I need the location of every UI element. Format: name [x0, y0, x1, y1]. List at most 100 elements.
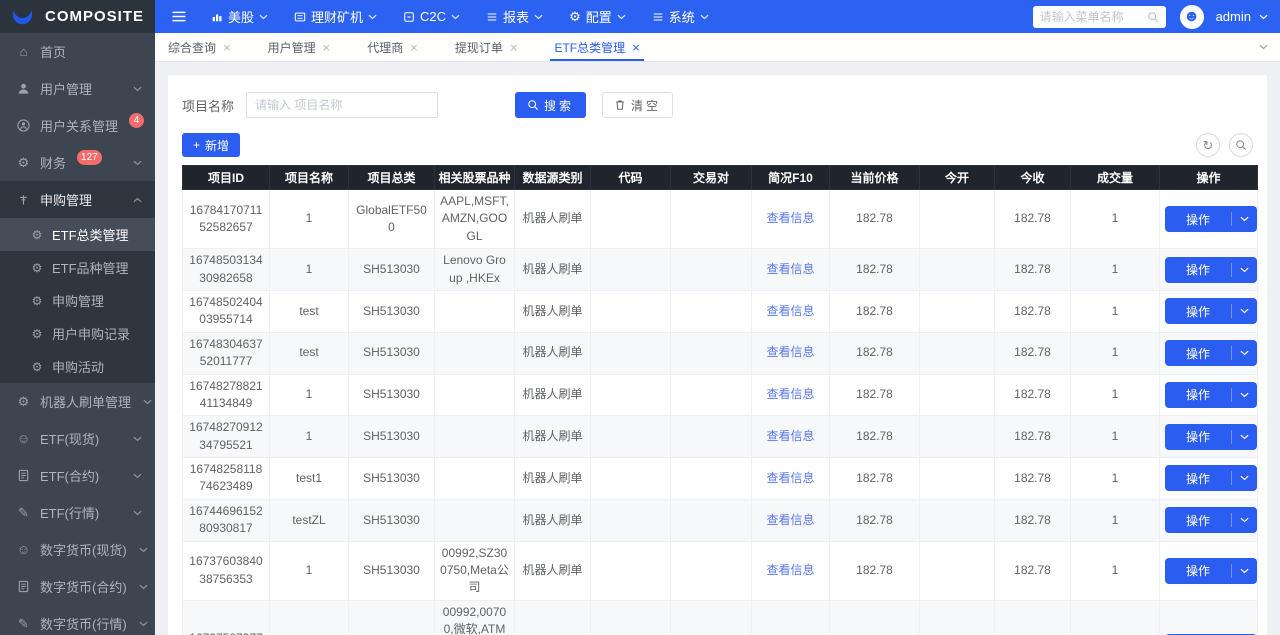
view-info-link[interactable]: 查看信息: [766, 387, 814, 401]
view-info-link[interactable]: 查看信息: [766, 345, 814, 359]
sidebar-subitem-申购活动[interactable]: ⚙申购活动: [0, 350, 155, 383]
chevron-down-icon: [1231, 304, 1257, 318]
sidebar-item-ETF(行情)[interactable]: ✎ETF(行情): [0, 494, 155, 531]
sidebar-item-label: 财务: [40, 153, 66, 172]
project-name-input[interactable]: [246, 92, 438, 118]
sidebar-item-数字货币(现货)[interactable]: ☺数字货币(现货): [0, 531, 155, 568]
row-action-button[interactable]: 操作: [1165, 206, 1257, 232]
sidebar-item-首页[interactable]: ⌂首页: [0, 33, 155, 70]
sidebar-item-用户管理[interactable]: 用户管理: [0, 70, 155, 107]
clear-button[interactable]: 清空: [602, 92, 673, 118]
view-info-link[interactable]: 查看信息: [766, 262, 814, 276]
tab-用户管理[interactable]: 用户管理×: [268, 33, 331, 61]
refresh-button[interactable]: ↻: [1196, 133, 1220, 157]
cell-stocks: AAPL,MSFT,AMZN,GOOGL: [435, 190, 515, 249]
cell-action: 操作: [1160, 290, 1258, 332]
column-header-代码: 代码: [591, 166, 671, 190]
gear-icon: ⚙: [30, 229, 44, 241]
search-icon[interactable]: [1147, 11, 1159, 23]
sidebar-item-label: 申购管理: [40, 190, 92, 209]
row-action-button[interactable]: 操作: [1165, 257, 1257, 283]
topnav-item-label: C2C: [420, 9, 446, 24]
cell-volume: 1: [1071, 458, 1160, 500]
trash-icon: [614, 99, 626, 111]
sidebar-item-ETF(现货)[interactable]: ☺ETF(现货): [0, 420, 155, 457]
cell-open: [920, 290, 995, 332]
view-info-link[interactable]: 查看信息: [766, 304, 814, 318]
sidebar-subitem-用户申购记录[interactable]: ⚙用户申购记录: [0, 317, 155, 350]
topnav-item-配置[interactable]: ⚙配置: [559, 0, 636, 33]
topnav-item-C2C[interactable]: C2C: [393, 0, 470, 33]
table-row: 16737587377073274891SH51303000992,00700,…: [183, 600, 1258, 635]
topnav-item-label: 美股: [228, 7, 254, 26]
menu-search-box: [1033, 6, 1166, 28]
sidebar-item-label: ETF(行情): [40, 503, 99, 522]
row-action-button[interactable]: 操作: [1165, 382, 1257, 408]
topnav-item-系统[interactable]: 系统: [642, 0, 719, 33]
topnav-item-美股[interactable]: 美股: [201, 0, 278, 33]
sidebar-item-数字货币(行情)[interactable]: ✎数字货币(行情): [0, 605, 155, 635]
cell-action: 操作: [1160, 332, 1258, 374]
username[interactable]: admin: [1216, 9, 1251, 24]
view-info-link[interactable]: 查看信息: [766, 563, 814, 577]
cell-source: 机器人刷单: [515, 332, 591, 374]
user-chevron-down-icon[interactable]: [1259, 14, 1268, 20]
close-icon[interactable]: ×: [410, 40, 418, 55]
tab-代理商[interactable]: 代理商×: [367, 33, 418, 61]
cell-price: 182.78: [830, 249, 920, 291]
close-icon[interactable]: ×: [510, 40, 518, 55]
tabbar-chevron-down-icon[interactable]: [1259, 44, 1268, 50]
menu-search-input[interactable]: [1040, 10, 1141, 24]
tab-ETF总类管理[interactable]: ETF总类管理×: [554, 33, 639, 61]
sidebar-subitem-ETF总类管理[interactable]: ⚙ETF总类管理: [0, 218, 155, 251]
sidebar-item-数字货币(合约)[interactable]: 数字货币(合约): [0, 568, 155, 605]
row-action-button[interactable]: 操作: [1165, 298, 1257, 324]
tab-综合查询[interactable]: 综合查询×: [168, 33, 231, 61]
topnav-item-理财矿机[interactable]: 理财矿机: [284, 0, 387, 33]
hamburger-icon[interactable]: [171, 10, 187, 23]
cell-stocks: [435, 416, 515, 458]
avatar-robot-icon: ☻: [1183, 9, 1200, 25]
cell-source: 机器人刷单: [515, 290, 591, 332]
close-icon[interactable]: ×: [323, 40, 331, 55]
chevron-down-icon: [140, 399, 155, 405]
view-info-link[interactable]: 查看信息: [766, 429, 814, 443]
cell-project-name: test: [270, 290, 349, 332]
sidebar-item-申购管理[interactable]: 申购管理: [0, 181, 155, 218]
cell-code: [591, 458, 671, 500]
row-action-button[interactable]: 操作: [1165, 465, 1257, 491]
row-action-button[interactable]: 操作: [1165, 424, 1257, 450]
sidebar-item-用户关系管理[interactable]: 用户关系管理4: [0, 107, 155, 144]
tab-bar: 综合查询× 用户管理× 代理商× 提现订单× ETF总类管理×: [155, 33, 1280, 62]
topnav-item-报表[interactable]: 报表: [476, 0, 553, 33]
row-action-button[interactable]: 操作: [1165, 507, 1257, 533]
close-icon[interactable]: ×: [223, 40, 231, 55]
chevron-down-icon: [1231, 263, 1257, 277]
cell-source: 机器人刷单: [515, 541, 591, 600]
cell-volume: 1: [1071, 290, 1160, 332]
cell-f10: 查看信息: [752, 499, 830, 541]
sidebar-subitem-申购管理[interactable]: ⚙申购管理: [0, 284, 155, 317]
cell-project-id: 1674850240403955714: [183, 290, 270, 332]
cell-open: [920, 416, 995, 458]
view-info-link[interactable]: 查看信息: [766, 471, 814, 485]
zoom-button[interactable]: [1229, 133, 1253, 157]
add-button[interactable]: +新增: [182, 133, 240, 157]
sidebar-item-ETF(合约)[interactable]: ETF(合约): [0, 457, 155, 494]
sidebar-item-财务[interactable]: ⚙财务127: [0, 144, 155, 181]
close-icon[interactable]: ×: [632, 40, 640, 55]
cell-project-id: 1674825811874623489: [183, 458, 270, 500]
view-info-link[interactable]: 查看信息: [766, 513, 814, 527]
search-button[interactable]: 搜索: [515, 92, 586, 118]
tab-提现订单[interactable]: 提现订单×: [455, 33, 518, 61]
column-header-简况F10: 简况F10: [752, 166, 830, 190]
view-info-link[interactable]: 查看信息: [766, 211, 814, 225]
sidebar-item-机器人刷单管理[interactable]: ⚙机器人刷单管理: [0, 383, 155, 420]
row-action-button[interactable]: 操作: [1165, 340, 1257, 366]
cell-f10: 查看信息: [752, 332, 830, 374]
cell-project-id: 1674827882141134849: [183, 374, 270, 416]
sidebar-subitem-ETF品种管理[interactable]: ⚙ETF品种管理: [0, 251, 155, 284]
avatar[interactable]: ☻: [1180, 5, 1204, 29]
cell-project-id: 1674827091234795521: [183, 416, 270, 458]
row-action-button[interactable]: 操作: [1165, 558, 1257, 584]
